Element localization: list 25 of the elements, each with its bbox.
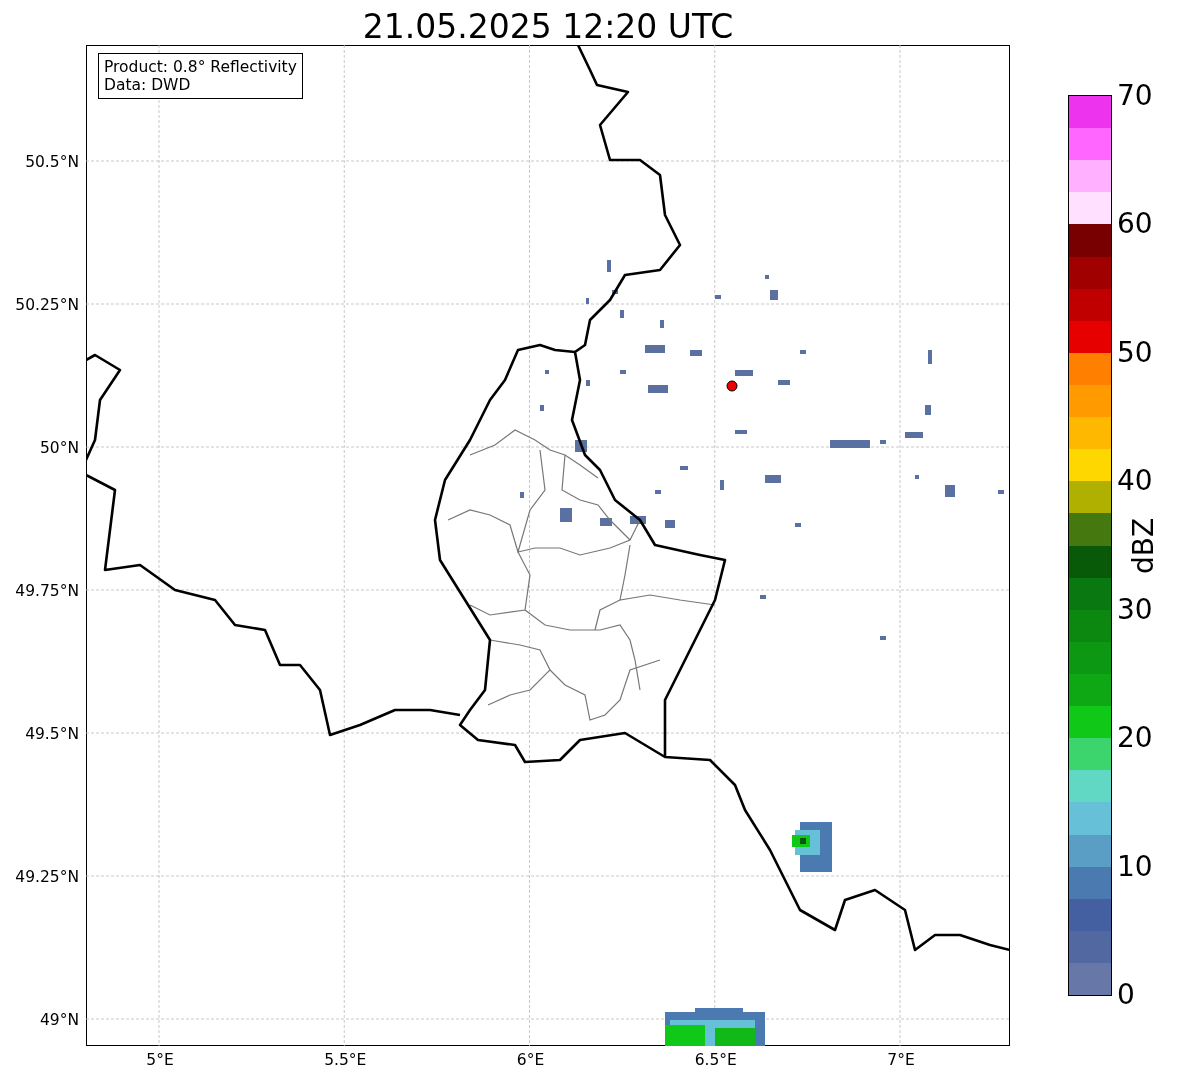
longitude-label: 5.5°E [324, 1051, 367, 1069]
latitude-label: 49.5°N [25, 725, 79, 743]
colorbar-tick-label: 70 [1117, 82, 1153, 110]
colorbar-tick-label: 60 [1117, 210, 1153, 239]
latitude-label: 49°N [39, 1011, 79, 1029]
chart-title: 21.05.2025 12:20 UTC [362, 10, 734, 45]
radar-site-marker [726, 380, 738, 392]
latitude-label: 50.5°N [25, 153, 79, 171]
longitude-label: 7°E [887, 1051, 915, 1069]
legend-text: Product: 0.8° Reflectivity [104, 58, 297, 76]
colorbar-tick-label: 10 [1117, 852, 1153, 881]
latitude-label: 50.25°N [15, 296, 79, 314]
colorbar-tick-label: 40 [1117, 467, 1153, 496]
colorbar-tick-label: 0 [1117, 981, 1135, 1009]
latitude-label: 49.75°N [15, 582, 79, 600]
longitude-label: 6°E [516, 1051, 545, 1069]
longitude-label: 5°E [146, 1051, 174, 1069]
colorbar-tick-label: 50 [1117, 338, 1153, 367]
latitude-label: 50°N [39, 439, 79, 457]
longitude-label: 6.5°E [694, 1051, 737, 1069]
colorbar-label: dBZ [1130, 517, 1159, 574]
colorbar-tick-label: 30 [1117, 595, 1153, 624]
legend-text: Data: DWD [104, 76, 192, 94]
latitude-label: 49.25°N [15, 868, 79, 886]
colorbar-tick-label: 20 [1117, 724, 1153, 753]
